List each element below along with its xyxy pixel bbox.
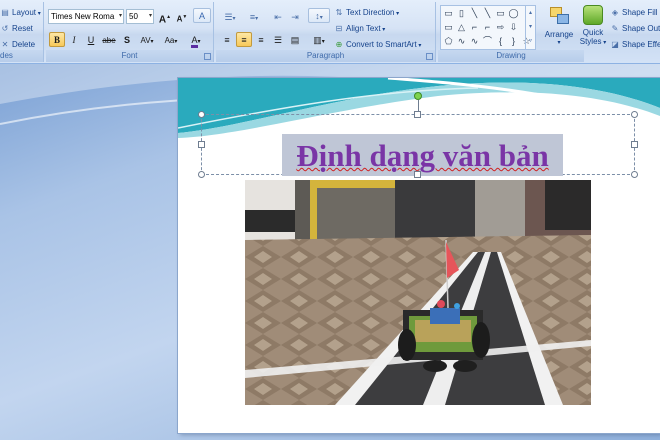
curve-shape-icon[interactable]: ∿	[456, 36, 467, 47]
effects-icon: ◪	[611, 40, 619, 49]
arc-shape-icon[interactable]: ⌒	[482, 36, 493, 47]
font-dialog-launcher[interactable]	[204, 53, 211, 60]
rectangle-shape-icon[interactable]: ▭	[443, 22, 454, 33]
center-button[interactable]: ≡	[236, 32, 252, 47]
quick-styles-button[interactable]: Quick Styles ▾	[578, 5, 608, 48]
shapes-gallery[interactable]: ▭ ▯ ╲ ╲ ▭ ◯ ▭ △ ⌐ ⌐ ⇨ ⇩ ⬠ ∿ ∿ ⌒ { } ☆ ▴ ▾…	[440, 5, 536, 50]
resize-handle-bottom-center[interactable]	[414, 171, 421, 178]
resize-handle-middle-left[interactable]	[198, 141, 205, 148]
text-shadow-button[interactable]: S	[119, 32, 135, 47]
line-shape-icon[interactable]: ╲	[469, 8, 480, 19]
rotation-handle[interactable]	[414, 92, 422, 100]
slide-photo[interactable]	[245, 180, 591, 405]
align-right-button[interactable]: ≡	[253, 32, 269, 47]
paragraph-group-label: Paragraph	[216, 50, 435, 62]
line-spacing-button[interactable]: ↕▾	[308, 8, 330, 23]
arrow-right-shape-icon[interactable]: ⇨	[495, 22, 506, 33]
grow-font-button[interactable]: A▲	[157, 9, 173, 25]
quick-styles-icon	[583, 5, 603, 25]
resize-handle-bottom-left[interactable]	[198, 171, 205, 178]
brace-right-icon[interactable]: }	[508, 36, 519, 47]
character-spacing-button[interactable]: AV▾	[136, 32, 158, 47]
elbow-connector-icon[interactable]: ⌐	[482, 22, 493, 33]
reset-button[interactable]: ↺ Reset	[0, 21, 33, 36]
resize-handle-bottom-right[interactable]	[631, 171, 638, 178]
shrink-font-button[interactable]: A▼	[174, 9, 190, 24]
resize-handle-top-left[interactable]	[198, 111, 205, 118]
layout-button[interactable]: ▤ Layout ▾	[0, 5, 41, 20]
shape-effects-button[interactable]: ◪Shape Effects	[610, 37, 660, 52]
clear-formatting-button[interactable]: A	[193, 8, 211, 23]
font-group: Times New Roma ▾ 50 ▾ A▲ A▼ A B I U abe S …	[46, 2, 214, 62]
bold-button[interactable]: B	[49, 32, 65, 47]
justify-button[interactable]: ☰	[270, 32, 286, 47]
textbox-shape-icon[interactable]: ▭	[443, 8, 454, 19]
align-text-button[interactable]: ⊟ Align Text ▾	[334, 21, 386, 36]
resize-handle-middle-right[interactable]	[631, 141, 638, 148]
increase-indent-button[interactable]: ⇥	[287, 9, 303, 24]
textbox-shape-icon[interactable]: ▯	[456, 8, 467, 19]
layout-icon: ▤	[1, 8, 9, 17]
drawing-group-label: Drawing	[438, 50, 584, 62]
ribbon: ▤ Layout ▾ ↺ Reset ✕ Delete des Times New R…	[0, 0, 660, 64]
italic-button[interactable]: I	[66, 32, 82, 47]
shape-outline-button[interactable]: ✎Shape Outline	[610, 21, 660, 36]
shape-fill-button[interactable]: ◈ Shape Fill	[610, 5, 658, 20]
slides-group: ▤ Layout ▾ ↺ Reset ✕ Delete des	[0, 2, 44, 62]
font-name-combo[interactable]: Times New Roma ▾	[48, 9, 124, 24]
paragraph-group: ☰▾ ≡▾ ⇤ ⇥ ↕▾ ≡ ≡ ≡ ☰ ▤ ▥▾ ⇅ Text Directio…	[216, 2, 436, 62]
distributed-button[interactable]: ▤	[287, 32, 303, 47]
underline-button[interactable]: U	[83, 32, 99, 47]
align-text-icon: ⊟	[335, 24, 343, 33]
brace-left-icon[interactable]: {	[495, 36, 506, 47]
chevron-down-icon: ▾	[148, 13, 152, 19]
change-case-button[interactable]: Aa▾	[160, 32, 182, 47]
oval-shape-icon[interactable]: ◯	[508, 8, 519, 19]
slide-title[interactable]: Định dạng văn bản	[282, 137, 563, 175]
text-direction-button[interactable]: ⇅ Text Direction ▾	[334, 5, 400, 20]
rectangle-shape-icon[interactable]: ▭	[495, 8, 506, 19]
curve-shape-icon[interactable]: ∿	[469, 36, 480, 47]
gallery-scroll[interactable]: ▴ ▾ ▿	[525, 6, 535, 49]
pentagon-shape-icon[interactable]: ⬠	[443, 36, 454, 47]
align-left-button[interactable]: ≡	[219, 32, 235, 47]
resize-handle-top-right[interactable]	[631, 111, 638, 118]
font-group-label: Font	[46, 50, 213, 62]
font-color-button[interactable]: A▾	[185, 32, 207, 48]
drawing-group: ▭ ▯ ╲ ╲ ▭ ◯ ▭ △ ⌐ ⌐ ⇨ ⇩ ⬠ ∿ ∿ ⌒ { } ☆ ▴ ▾…	[438, 2, 660, 62]
triangle-shape-icon[interactable]: △	[456, 22, 467, 33]
decrease-indent-button[interactable]: ⇤	[270, 9, 286, 24]
resize-handle-top-center[interactable]	[414, 111, 421, 118]
paint-bucket-icon: ◈	[611, 8, 619, 17]
arrange-button[interactable]: Arrange ▾	[542, 5, 576, 48]
font-size-combo[interactable]: 50 ▾	[126, 9, 154, 24]
chevron-down-icon: ▾	[118, 13, 122, 19]
text-direction-icon: ⇅	[335, 8, 343, 17]
columns-button[interactable]: ▥▾	[308, 32, 330, 47]
arrow-down-shape-icon[interactable]: ⇩	[508, 22, 519, 33]
slides-group-label: des	[0, 50, 43, 62]
arrange-icon	[548, 5, 570, 27]
bullets-button[interactable]: ☰▾	[219, 9, 241, 24]
paragraph-dialog-launcher[interactable]	[426, 53, 433, 60]
pen-outline-icon: ✎	[611, 24, 619, 33]
rotation-connector	[418, 100, 419, 111]
elbow-connector-icon[interactable]: ⌐	[469, 22, 480, 33]
strikethrough-button[interactable]: abe	[100, 32, 118, 47]
line-shape-icon[interactable]: ╲	[482, 8, 493, 19]
reset-icon: ↺	[1, 24, 9, 33]
numbering-button[interactable]: ≡▾	[243, 9, 265, 24]
